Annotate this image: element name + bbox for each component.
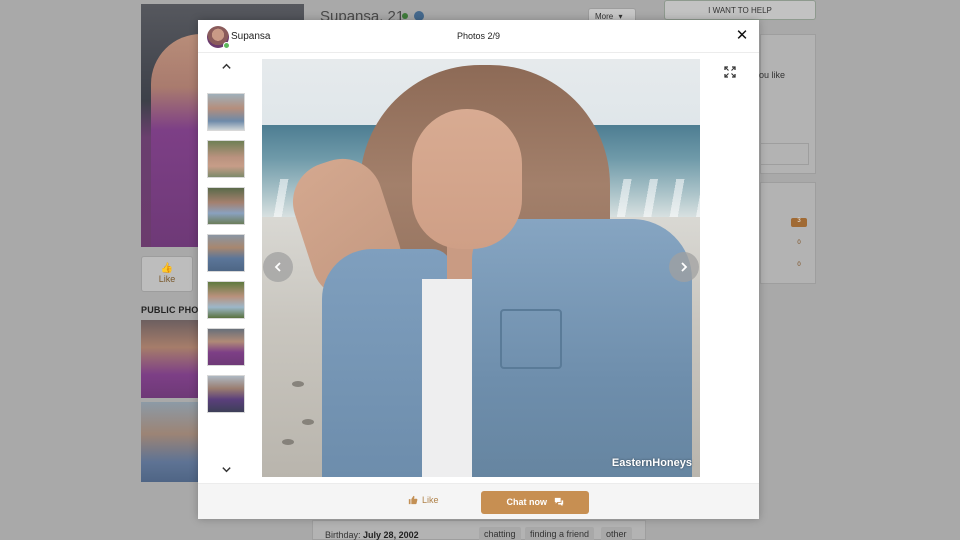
background-birthday: Birthday: July 28, 2002 [325, 530, 419, 540]
background-public-photo-2 [141, 402, 198, 482]
background-side-field [761, 143, 809, 165]
thumbnail-photo-7[interactable] [207, 328, 245, 366]
thumbs-up-icon [408, 495, 418, 505]
photo-counter: Photos 2/9 [456, 31, 501, 41]
thumbnail-strip [206, 56, 246, 480]
background-public-photos-label: PUBLIC PHOT [141, 305, 205, 315]
chat-now-label: Chat now [506, 497, 547, 507]
modal-header: Supansa Photos 2/9 ✕ [198, 20, 759, 53]
thumbs-up-icon: 👍 [160, 263, 174, 274]
chat-bubbles-icon [554, 497, 563, 507]
previous-photo-button[interactable] [263, 252, 293, 282]
fullscreen-button[interactable] [723, 65, 737, 79]
main-photo[interactable]: EasternHoneys [262, 59, 700, 477]
interest-tag: finding a friend [525, 527, 595, 540]
background-badge: 0 [797, 240, 801, 246]
background-stats-card [760, 182, 816, 284]
chevron-up-icon [221, 63, 231, 69]
interest-tag: other [601, 527, 632, 540]
thumbnail-photo-6[interactable] [207, 281, 245, 319]
thumbnail-photo-4[interactable] [207, 187, 245, 225]
next-photo-button[interactable] [669, 252, 699, 282]
like-button[interactable]: Like [408, 495, 439, 505]
background-side-card: ou like [759, 34, 816, 174]
chevron-right-icon [681, 262, 688, 272]
background-like-button: 👍 Like [141, 256, 193, 292]
like-label: Like [422, 495, 439, 505]
interest-tag: chatting [479, 527, 521, 540]
photo-viewer-modal: Supansa Photos 2/9 ✕ EasternHoneys Like … [198, 20, 759, 519]
background-badge: 0 [797, 262, 801, 268]
watermark: EasternHoneys [611, 457, 692, 469]
background-side-text: ou like [759, 70, 786, 80]
thumbnail-photo-3[interactable] [207, 140, 245, 178]
online-status-dot [402, 13, 408, 19]
background-like-label: Like [158, 274, 176, 284]
modal-footer: Like Chat now [198, 483, 759, 519]
close-icon: ✕ [735, 27, 749, 44]
background-help-button: I WANT TO HELP [664, 0, 816, 20]
thumbnails-scroll-down-button[interactable] [206, 461, 246, 479]
background-badge: 3 [791, 218, 807, 227]
chat-now-button[interactable]: Chat now [481, 491, 589, 514]
thumbnail-photo-2[interactable] [207, 93, 245, 131]
expand-icon [724, 66, 736, 78]
chevron-down-icon [221, 467, 231, 473]
birthday-label: Birthday: [325, 530, 361, 540]
birthday-value: July 28, 2002 [363, 530, 419, 540]
thumbnail-photo-8[interactable] [207, 375, 245, 413]
thumbnail-photo-5[interactable] [207, 234, 245, 272]
chevron-left-icon [274, 262, 281, 272]
close-button[interactable]: ✕ [733, 27, 751, 45]
background-public-photo-1 [141, 320, 198, 398]
thumbnails-scroll-up-button[interactable] [206, 58, 246, 76]
online-status-dot [223, 42, 230, 49]
